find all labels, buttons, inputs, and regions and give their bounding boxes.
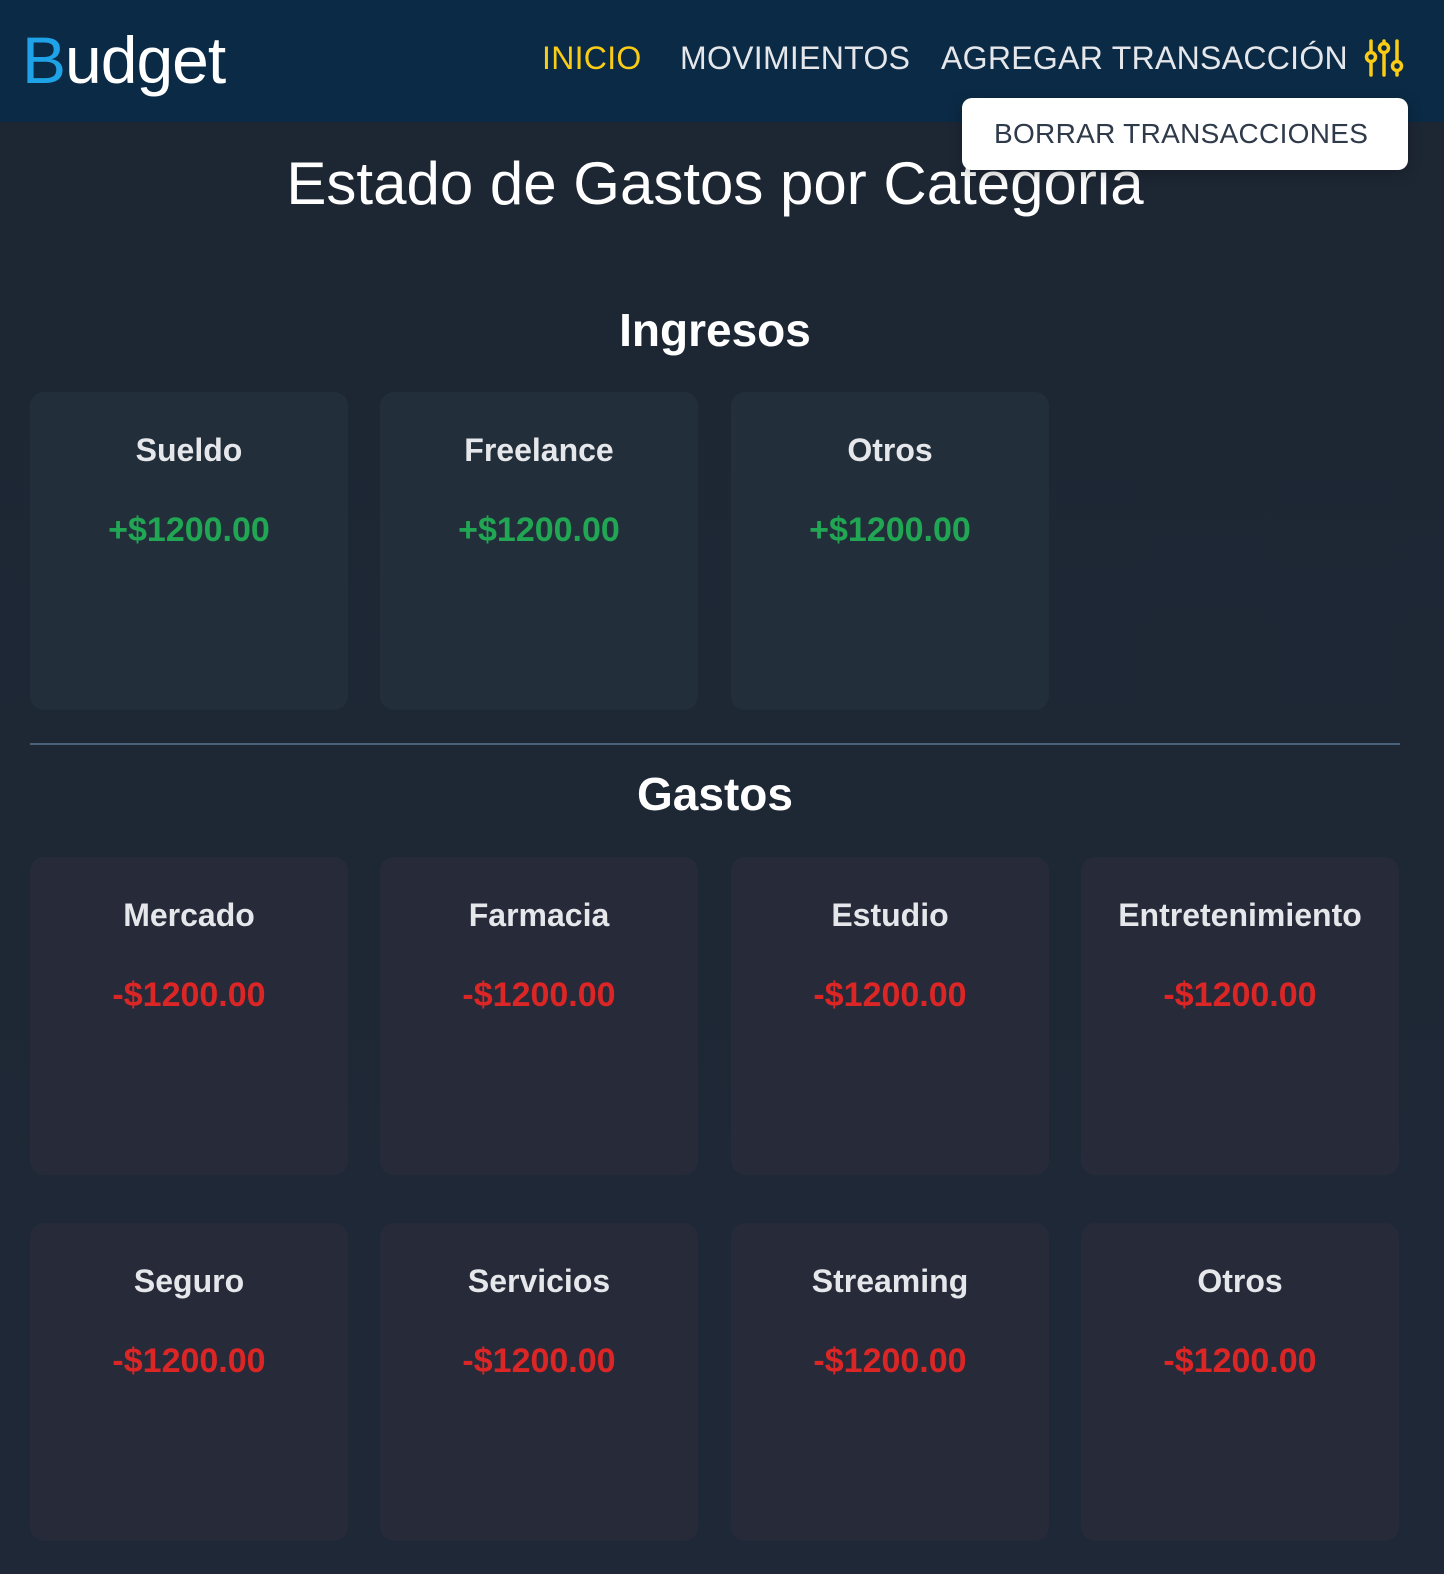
expense-card[interactable]: Estudio -$1200.00 bbox=[731, 857, 1049, 1175]
sliders-icon[interactable] bbox=[1364, 38, 1404, 78]
income-section-title: Ingresos bbox=[619, 304, 811, 356]
category-name: Sueldo bbox=[135, 432, 243, 468]
category-amount: -$1200.00 bbox=[813, 976, 967, 1014]
expense-card[interactable]: Mercado -$1200.00 bbox=[30, 857, 348, 1175]
category-name: Otros bbox=[1197, 1263, 1283, 1299]
category-name: Mercado bbox=[123, 897, 255, 933]
category-name: Streaming bbox=[811, 1263, 969, 1299]
category-name: Freelance bbox=[464, 432, 614, 468]
expense-card[interactable]: Farmacia -$1200.00 bbox=[380, 857, 698, 1175]
logo-initial: B bbox=[22, 23, 66, 97]
app-logo[interactable]: Budget bbox=[22, 20, 226, 100]
income-card[interactable]: Otros +$1200.00 bbox=[731, 392, 1049, 710]
expense-card[interactable]: Entretenimiento -$1200.00 bbox=[1081, 857, 1399, 1175]
category-name: Estudio bbox=[831, 897, 949, 933]
category-amount: -$1200.00 bbox=[1163, 976, 1317, 1014]
category-amount: +$1200.00 bbox=[809, 511, 971, 549]
logo-text: udget bbox=[65, 23, 226, 97]
expense-card[interactable]: Streaming -$1200.00 bbox=[731, 1223, 1049, 1541]
nav-inicio[interactable]: INICIO bbox=[542, 38, 642, 78]
category-name: Servicios bbox=[467, 1263, 611, 1299]
category-amount: -$1200.00 bbox=[112, 976, 266, 1014]
category-amount: -$1200.00 bbox=[462, 1342, 616, 1380]
settings-dropdown: BORRAR TRANSACCIONES bbox=[962, 98, 1408, 170]
nav-agregar-transaccion[interactable]: AGREGAR TRANSACCIÓN bbox=[941, 38, 1348, 78]
category-amount: +$1200.00 bbox=[108, 511, 270, 549]
expense-card[interactable]: Otros -$1200.00 bbox=[1081, 1223, 1399, 1541]
expense-card[interactable]: Seguro -$1200.00 bbox=[30, 1223, 348, 1541]
category-name: Farmacia bbox=[468, 897, 610, 933]
category-name: Otros bbox=[847, 432, 933, 468]
expenses-section-title: Gastos bbox=[637, 768, 793, 820]
category-amount: -$1200.00 bbox=[813, 1342, 967, 1380]
income-card[interactable]: Sueldo +$1200.00 bbox=[30, 392, 348, 710]
category-amount: -$1200.00 bbox=[462, 976, 616, 1014]
delete-transactions-item[interactable]: BORRAR TRANSACCIONES bbox=[994, 116, 1368, 152]
category-amount: +$1200.00 bbox=[458, 511, 620, 549]
income-card[interactable]: Freelance +$1200.00 bbox=[380, 392, 698, 710]
section-divider bbox=[30, 743, 1400, 745]
nav-movimientos[interactable]: MOVIMIENTOS bbox=[680, 38, 910, 78]
category-name: Entretenimiento bbox=[1118, 897, 1362, 933]
expense-card[interactable]: Servicios -$1200.00 bbox=[380, 1223, 698, 1541]
category-name: Seguro bbox=[133, 1263, 245, 1299]
category-amount: -$1200.00 bbox=[112, 1342, 266, 1380]
category-amount: -$1200.00 bbox=[1163, 1342, 1317, 1380]
